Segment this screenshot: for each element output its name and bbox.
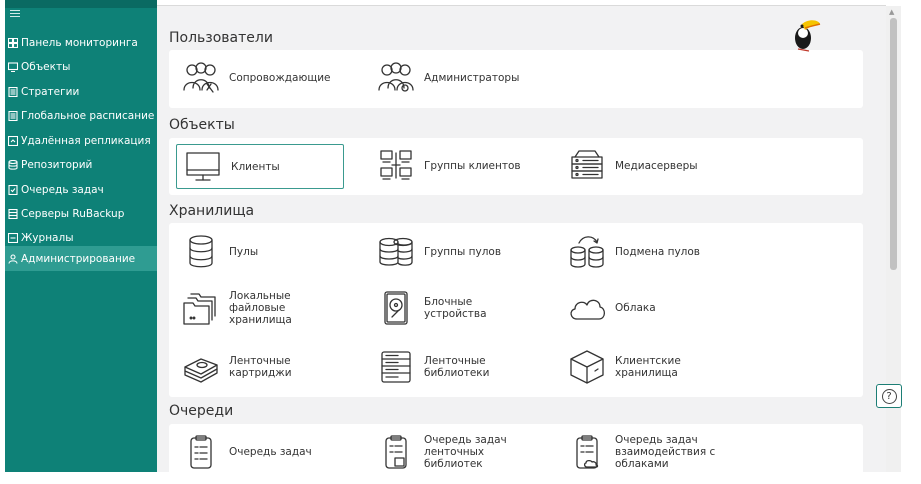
- scrollbar-thumb[interactable]: [890, 18, 897, 270]
- tile-label: Очередь задач: [229, 446, 312, 458]
- log-icon: [8, 232, 18, 243]
- sidebar-header: [5, 0, 157, 8]
- tile-label: Подмена пулов: [615, 246, 700, 258]
- sidebar-item-label: Глобальное расписание: [21, 109, 155, 122]
- document-icon: [8, 86, 18, 97]
- tile-label: Локальные файловые хранилища: [229, 290, 292, 326]
- tile-task-queue[interactable]: Очередь задач: [179, 432, 312, 472]
- toucan-mascot-icon: [795, 20, 821, 52]
- help-question-icon: ?: [881, 388, 897, 404]
- tile-label: Группы пулов: [424, 246, 502, 258]
- tile-label: Сопровождающие: [229, 72, 331, 84]
- sidebar-item-strategies[interactable]: Стратегии: [5, 79, 157, 104]
- local-folders-icon: [179, 288, 223, 328]
- sidebar-item-rubackup-servers[interactable]: Серверы RuBackup: [5, 201, 157, 226]
- collapse-menu-icon[interactable]: [10, 10, 20, 20]
- section-title-queues: Очереди: [169, 403, 234, 419]
- sidebar-item-remote-replication[interactable]: Удалённая репликация: [5, 128, 157, 153]
- scroll-up-arrow-icon[interactable]: ▲: [889, 8, 894, 16]
- tile-label: Медиасерверы: [615, 160, 698, 172]
- tile-block-devices[interactable]: Блочные устройства: [374, 288, 487, 328]
- sidebar-item-label: Удалённая репликация: [21, 134, 151, 147]
- sidebar-item-label: Администрирование: [21, 252, 136, 265]
- tile-label: Администраторы: [424, 72, 520, 84]
- tile-administrators[interactable]: Администраторы: [374, 58, 519, 98]
- replication-icon: [8, 135, 18, 146]
- sidebar-item-task-queue[interactable]: Очередь задач: [5, 177, 157, 202]
- tile-label: Пулы: [229, 246, 259, 258]
- tape-library-icon: [374, 347, 418, 387]
- checklist-icon: [8, 184, 18, 195]
- sidebar-item-repository[interactable]: Репозиторий: [5, 152, 157, 177]
- sidebar-item-label: Стратегии: [21, 85, 80, 98]
- storages-card: Пулы Группы пулов Подмена пулов Локальны…: [169, 223, 863, 397]
- tile-tape-cartridges[interactable]: Ленточные картриджи: [179, 347, 292, 387]
- dashboard-icon: [8, 37, 18, 48]
- top-toolbar: [157, 0, 886, 6]
- main-content: Пользователи Сопровождающие Администрато…: [157, 0, 886, 472]
- tile-pools[interactable]: Пулы: [179, 232, 258, 272]
- task-queue-icon: [179, 432, 223, 472]
- pool-swap-icon: [565, 232, 609, 272]
- tile-media-servers[interactable]: Медиасерверы: [565, 146, 698, 186]
- users-card: Сопровождающие Администраторы: [169, 50, 863, 108]
- pool-icon: [179, 232, 223, 272]
- server-icon: [8, 208, 18, 219]
- tile-clouds[interactable]: Облака: [565, 288, 656, 328]
- users-icon: [8, 253, 18, 264]
- tile-maintainers[interactable]: Сопровождающие: [179, 58, 331, 98]
- section-title-users: Пользователи: [169, 30, 273, 46]
- tile-label: Клиенты: [231, 160, 280, 173]
- client-monitor-icon: [181, 147, 225, 187]
- client-groups-icon: [374, 146, 418, 186]
- sidebar-item-label: Репозиторий: [21, 158, 93, 171]
- tile-label: Очередь задач ленточных библиотек: [424, 434, 507, 470]
- sidebar: Панель мониторинга Объекты Стратегии Гло…: [5, 0, 157, 472]
- queues-card: Очередь задач Очередь задач ленточных би…: [169, 424, 863, 472]
- tile-label: Ленточные библиотеки: [424, 355, 490, 379]
- pool-groups-icon: [374, 232, 418, 272]
- block-device-icon: [374, 288, 418, 328]
- tile-client-storages[interactable]: Клиентские хранилища: [565, 347, 681, 387]
- sidebar-item-administration[interactable]: Администрирование: [5, 246, 157, 271]
- maintainers-icon: [179, 58, 223, 98]
- tile-cloud-task-queue[interactable]: Очередь задач взаимодействия с облаками: [565, 432, 715, 472]
- tile-pool-swap[interactable]: Подмена пулов: [565, 232, 700, 272]
- tile-clients[interactable]: Клиенты: [176, 144, 344, 189]
- section-title-storages: Хранилища: [169, 203, 255, 219]
- sidebar-item-global-schedule[interactable]: Глобальное расписание: [5, 103, 157, 128]
- sidebar-item-label: Очередь задач: [21, 183, 104, 196]
- database-icon: [8, 159, 18, 170]
- tile-label: Клиентские хранилища: [615, 355, 681, 379]
- tile-label: Группы клиентов: [424, 160, 521, 172]
- cloud-icon: [565, 288, 609, 328]
- media-server-icon: [565, 146, 609, 186]
- sidebar-item-objects[interactable]: Объекты: [5, 54, 157, 79]
- tape-task-queue-icon: [374, 432, 418, 472]
- sidebar-item-label: Панель мониторинга: [21, 36, 138, 49]
- administrators-icon: [374, 58, 418, 98]
- help-button[interactable]: ?: [876, 384, 902, 408]
- tile-pool-groups[interactable]: Группы пулов: [374, 232, 501, 272]
- client-storage-box-icon: [565, 347, 609, 387]
- tile-tape-library-task-queue[interactable]: Очередь задач ленточных библиотек: [374, 432, 507, 472]
- tile-label: Облака: [615, 302, 656, 314]
- cloud-task-queue-icon: [565, 432, 609, 472]
- tile-local-file-storages[interactable]: Локальные файловые хранилища: [179, 288, 292, 328]
- tile-tape-libraries[interactable]: Ленточные библиотеки: [374, 347, 489, 387]
- sidebar-item-label: Журналы: [21, 231, 74, 244]
- sidebar-item-label: Серверы RuBackup: [21, 207, 125, 220]
- tape-cartridge-icon: [179, 347, 223, 387]
- tile-client-groups[interactable]: Группы клиентов: [374, 146, 521, 186]
- tile-label: Блочные устройства: [424, 296, 487, 320]
- monitor-icon: [8, 61, 18, 72]
- section-title-objects: Объекты: [169, 117, 235, 133]
- tile-label: Очередь задач взаимодействия с облаками: [615, 434, 716, 470]
- tile-label: Ленточные картриджи: [229, 355, 292, 379]
- schedule-icon: [8, 110, 18, 121]
- sidebar-item-dashboard[interactable]: Панель мониторинга: [5, 30, 157, 55]
- sidebar-item-label: Объекты: [21, 60, 71, 73]
- objects-card: Клиенты Группы клиентов Медиасерверы: [169, 138, 863, 195]
